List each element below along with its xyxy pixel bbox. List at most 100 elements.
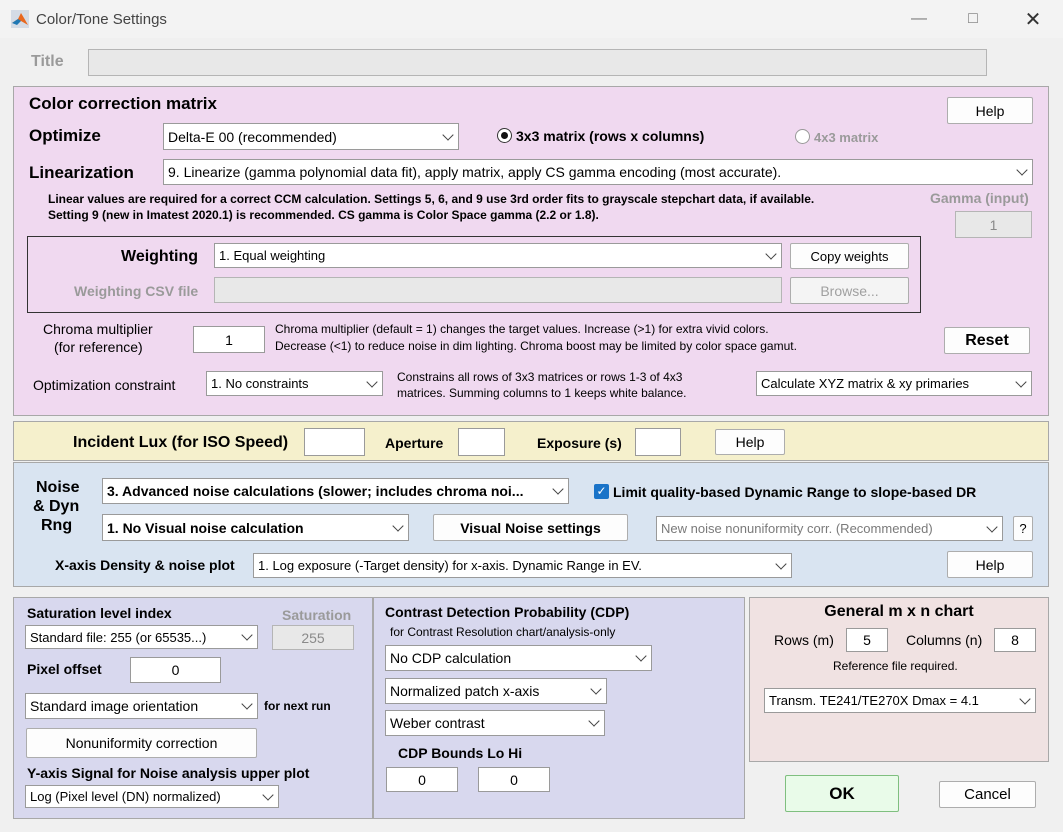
constraint-value: 1. No constraints xyxy=(211,376,309,391)
constraint-select[interactable]: 1. No constraints xyxy=(206,371,383,396)
noise-help-button[interactable]: Help xyxy=(947,551,1033,578)
gamma-input[interactable]: 1 xyxy=(955,211,1032,238)
cdp-contrast-select[interactable]: Weber contrast xyxy=(385,710,605,736)
noise-calc-value: 3. Advanced noise calculations (slower; … xyxy=(107,483,524,499)
matrix4-label: 4x3 matrix xyxy=(814,130,879,145)
chroma-label-2: (for reference) xyxy=(54,339,143,355)
weighting-label: Weighting xyxy=(121,248,199,265)
nonuniformity-correction-button[interactable]: Nonuniformity correction xyxy=(26,728,257,758)
matlab-icon xyxy=(11,10,29,28)
chevron-down-icon xyxy=(775,557,787,570)
weighting-csv-label: Weighting CSV file xyxy=(74,283,199,299)
xaxis-density-select[interactable]: 1. Log exposure (-Target density) for x-… xyxy=(253,553,792,578)
close-icon[interactable]: ✕ xyxy=(1010,0,1056,38)
chevron-down-icon xyxy=(366,375,378,388)
chevron-down-icon xyxy=(442,128,454,141)
optimize-value: Delta-E 00 (recommended) xyxy=(168,128,337,145)
exposure-input[interactable] xyxy=(635,428,681,456)
weighting-csv-input[interactable] xyxy=(214,277,782,303)
xyz-select[interactable]: Calculate XYZ matrix & xy primaries xyxy=(756,371,1032,396)
question-button[interactable]: ? xyxy=(1013,516,1033,541)
maximize-icon[interactable]: □ xyxy=(950,0,996,38)
cdp-hi-input[interactable]: 0 xyxy=(478,767,550,792)
general-chart-heading: General m x n chart xyxy=(824,603,974,620)
browse-button[interactable]: Browse... xyxy=(790,277,909,304)
lux-input[interactable] xyxy=(304,428,365,456)
constraint-note-1: Constrains all rows of 3x3 matrices or r… xyxy=(397,370,683,384)
matrix4-radio[interactable] xyxy=(795,129,810,144)
noise-label-3: Rng xyxy=(41,517,73,534)
cancel-button[interactable]: Cancel xyxy=(939,781,1036,808)
saturation-label: Saturation xyxy=(282,607,352,623)
matrix3-radio[interactable] xyxy=(497,128,512,143)
saturation-input[interactable]: 255 xyxy=(272,625,354,650)
constraint-note-2: matrices. Summing columns to 1 keeps whi… xyxy=(397,386,687,400)
checkbox-icon[interactable]: ✓ xyxy=(594,484,609,499)
for-next-run-label: for next run xyxy=(264,699,331,713)
nonuniformity-value: New noise nonuniformity corr. (Recommend… xyxy=(661,521,933,536)
title-bar: Color/Tone Settings — □ ✕ xyxy=(0,0,1063,38)
ok-button[interactable]: OK xyxy=(785,775,899,812)
chroma-note-1: Chroma multiplier (default = 1) changes … xyxy=(275,322,769,336)
reference-note: Reference file required. xyxy=(833,659,958,673)
visual-noise-settings-button[interactable]: Visual Noise settings xyxy=(433,514,628,541)
chevron-down-icon xyxy=(986,520,998,533)
exposure-label: Exposure (s) xyxy=(537,435,622,451)
saturation-index-value: Standard file: 255 (or 65535...) xyxy=(30,629,207,645)
iso-help-button[interactable]: Help xyxy=(715,429,785,455)
reset-button[interactable]: Reset xyxy=(944,327,1030,354)
reference-select[interactable]: Transm. TE241/TE270X Dmax = 4.1 xyxy=(764,688,1036,713)
noise-label-2: & Dyn xyxy=(33,498,80,515)
linearization-select[interactable]: 9. Linearize (gamma polynomial data fit)… xyxy=(163,159,1033,185)
noise-calc-select[interactable]: 3. Advanced noise calculations (slower; … xyxy=(102,478,569,504)
linearization-note-2: Setting 9 (new in Imatest 2020.1) is rec… xyxy=(48,208,599,222)
chevron-down-icon xyxy=(241,698,253,710)
pixel-offset-label: Pixel offset xyxy=(27,661,102,677)
limit-dr-label: Limit quality-based Dynamic Range to slo… xyxy=(613,484,977,500)
visual-noise-value: 1. No Visual noise calculation xyxy=(107,519,304,536)
orientation-select[interactable]: Standard image orientation xyxy=(25,693,258,719)
chevron-down-icon xyxy=(635,650,647,662)
chevron-down-icon xyxy=(552,483,564,495)
minimize-icon[interactable]: — xyxy=(896,0,942,38)
cdp-calc-select[interactable]: No CDP calculation xyxy=(385,645,652,671)
chevron-down-icon xyxy=(1019,692,1031,705)
linearization-value: 9. Linearize (gamma polynomial data fit)… xyxy=(168,164,782,180)
chroma-input[interactable]: 1 xyxy=(193,326,265,353)
ccm-help-button[interactable]: Help xyxy=(947,97,1033,124)
saturation-index-select[interactable]: Standard file: 255 (or 65535...) xyxy=(25,625,258,649)
general-chart-panel xyxy=(749,597,1049,762)
orientation-value: Standard image orientation xyxy=(30,698,199,714)
linearization-note-1: Linear values are required for a correct… xyxy=(48,192,815,206)
chevron-down-icon xyxy=(1016,164,1028,176)
window-title: Color/Tone Settings xyxy=(36,11,167,28)
columns-label: Columns (n) xyxy=(906,632,983,648)
pixel-offset-input[interactable]: 0 xyxy=(130,657,221,683)
aperture-input[interactable] xyxy=(458,428,505,456)
rows-input[interactable]: 5 xyxy=(846,628,888,652)
chevron-down-icon xyxy=(241,629,253,641)
saturation-index-label: Saturation level index xyxy=(27,605,172,621)
cdp-calc-value: No CDP calculation xyxy=(390,650,512,666)
cdp-bounds-label: CDP Bounds Lo Hi xyxy=(398,745,523,761)
title-input[interactable] xyxy=(88,49,987,76)
ccm-heading: Color correction matrix xyxy=(29,94,217,113)
aperture-label: Aperture xyxy=(385,435,444,451)
copy-weights-button[interactable]: Copy weights xyxy=(790,243,909,269)
columns-input[interactable]: 8 xyxy=(994,628,1036,652)
linearization-label: Linearization xyxy=(29,163,134,182)
weighting-select[interactable]: 1. Equal weighting xyxy=(214,243,782,268)
yaxis-signal-select[interactable]: Log (Pixel level (DN) normalized) xyxy=(25,785,279,808)
nonuniformity-select[interactable]: New noise nonuniformity corr. (Recommend… xyxy=(656,516,1003,541)
chevron-down-icon xyxy=(1015,375,1027,388)
visual-noise-select[interactable]: 1. No Visual noise calculation xyxy=(102,514,409,541)
optimize-select[interactable]: Delta-E 00 (recommended) xyxy=(163,123,459,150)
cdp-xaxis-select[interactable]: Normalized patch x-axis xyxy=(385,678,607,704)
xyz-value: Calculate XYZ matrix & xy primaries xyxy=(761,376,970,391)
cdp-lo-input[interactable]: 0 xyxy=(386,767,458,792)
lux-label: Incident Lux (for ISO Speed) xyxy=(73,434,289,451)
noise-label-1: Noise xyxy=(36,479,80,496)
matrix3-label: 3x3 matrix (rows x columns) xyxy=(516,128,705,144)
chevron-down-icon xyxy=(392,519,404,532)
gamma-label: Gamma (input) xyxy=(930,190,1029,206)
